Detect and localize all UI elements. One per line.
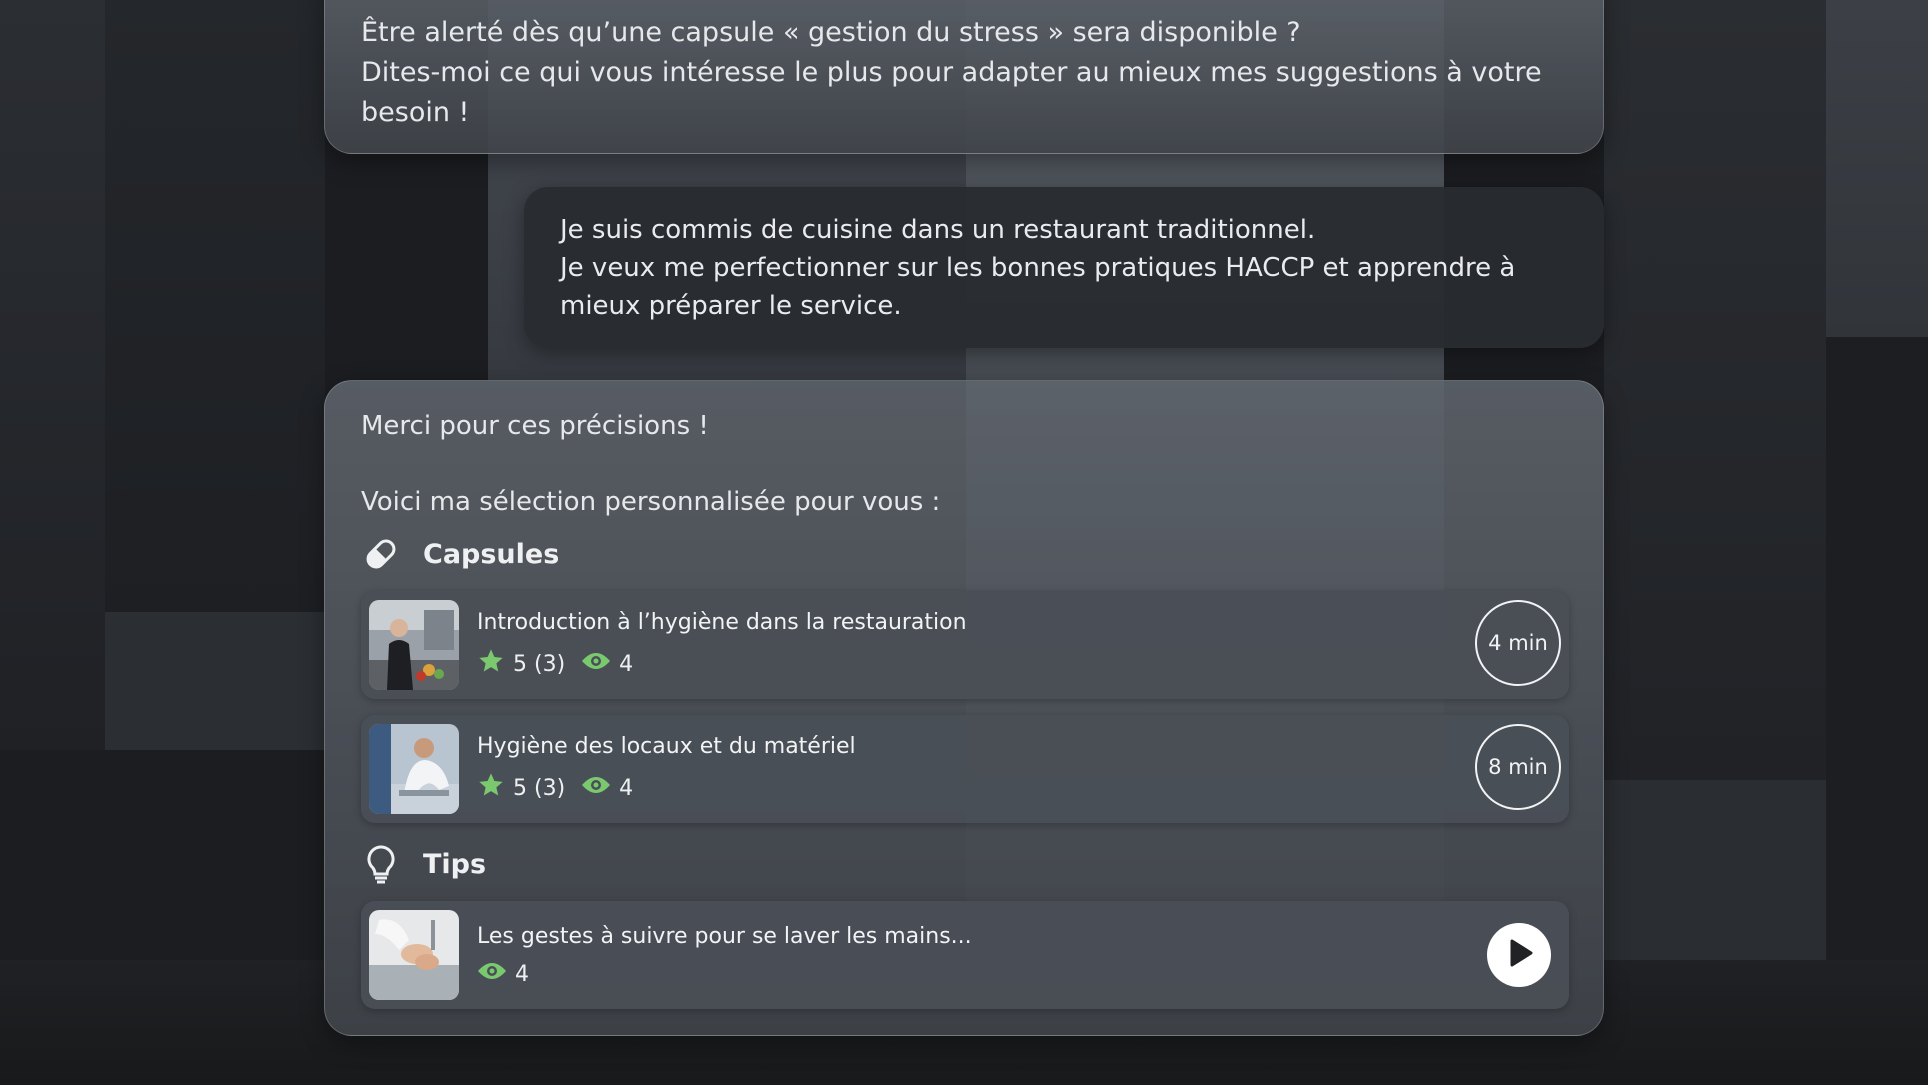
star-icon: [477, 647, 513, 681]
capsule-card[interactable]: Introduction à l’hygiène dans la restaur…: [361, 591, 1569, 699]
bot-message: Être alerté dès qu’une capsule « gestion…: [324, 0, 1604, 154]
background-block: [1826, 0, 1928, 337]
star-icon: [477, 771, 513, 805]
background-block: [105, 0, 325, 612]
selection-text: Voici ma sélection personnalisée pour vo…: [361, 487, 941, 517]
capsule-rating: 5 (3): [513, 651, 566, 677]
capsule-rating: 5 (3): [513, 775, 566, 801]
message-intro: Merci pour ces précisions !: [361, 411, 709, 441]
tips-heading: Tips: [361, 841, 1567, 887]
bot-message: Merci pour ces précisions ! Voici ma sél…: [324, 380, 1604, 1036]
message-line: Je suis commis de cuisine dans un restau…: [560, 215, 1316, 245]
pill-icon: [361, 534, 401, 574]
message-line: Je veux me perfectionner sur les bonnes …: [560, 253, 1516, 283]
eye-icon: [477, 961, 515, 987]
play-icon: [1502, 936, 1536, 974]
capsule-thumbnail: [369, 600, 459, 690]
tips-heading-label: Tips: [423, 848, 487, 880]
capsule-thumbnail: [369, 724, 459, 814]
message-line: besoin !: [361, 97, 470, 128]
eye-icon: [581, 775, 619, 801]
tip-views: 4: [515, 961, 529, 987]
capsule-title: Introduction à l’hygiène dans la restaur…: [477, 610, 967, 635]
capsules-heading-label: Capsules: [423, 538, 560, 570]
message-line: Dites-moi ce qui vous intéresse le plus …: [361, 57, 1542, 88]
user-message: Je suis commis de cuisine dans un restau…: [524, 187, 1604, 348]
capsule-title: Hygiène des locaux et du matériel: [477, 734, 856, 759]
capsule-views: 4: [619, 775, 634, 801]
eye-icon: [581, 651, 619, 677]
message-line: mieux préparer le service.: [560, 291, 902, 321]
tip-thumbnail: [369, 910, 459, 1000]
capsule-duration: 4 min: [1475, 600, 1561, 686]
background-block: [0, 0, 105, 750]
play-button[interactable]: [1487, 923, 1551, 987]
capsules-heading: Capsules: [361, 531, 1567, 577]
capsule-views: 4: [619, 651, 634, 677]
background-block: [1604, 0, 1826, 780]
message-line: Être alerté dès qu’une capsule « gestion…: [361, 17, 1301, 48]
capsule-card[interactable]: Hygiène des locaux et du matériel 5 (3) …: [361, 715, 1569, 823]
lightbulb-icon: [361, 844, 401, 884]
background-block: [105, 612, 325, 750]
capsule-duration: 8 min: [1475, 724, 1561, 810]
tip-card[interactable]: Les gestes à suivre pour se laver les ma…: [361, 901, 1569, 1009]
tip-title: Les gestes à suivre pour se laver les ma…: [477, 924, 972, 949]
